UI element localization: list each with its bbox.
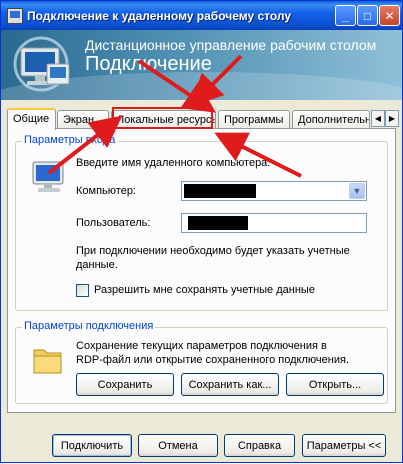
options-button[interactable]: Параметры <<	[302, 434, 386, 457]
computer-label: Компьютер:	[76, 185, 136, 197]
credentials-note-line2: данные.	[76, 259, 118, 271]
header-banner: Дистанционное управление рабочим столом …	[1, 30, 402, 100]
save-button[interactable]: Сохранить	[76, 373, 174, 396]
rdp-window: Подключение к удаленному рабочему столу …	[0, 0, 403, 463]
connect-button[interactable]: Подключить	[52, 434, 132, 457]
connection-settings-group: Параметры подключения Сохранение текущих…	[15, 320, 388, 404]
close-button[interactable]: ✕	[379, 5, 400, 26]
cancel-button[interactable]: Отмена	[138, 434, 218, 457]
redacted-user-name	[188, 216, 248, 230]
user-field[interactable]	[181, 213, 367, 233]
credentials-note-line1: При подключении необходимо будет указать…	[76, 245, 350, 257]
folder-icon	[33, 349, 62, 374]
logon-settings-legend: Параметры входа	[22, 134, 118, 146]
local-resources-highlight	[112, 107, 213, 129]
connection-desc-line1: Сохранение текущих параметров подключени…	[76, 340, 327, 352]
tab-display[interactable]: Экран	[57, 110, 109, 129]
instruction-text: Введите имя удаленного компьютера.	[76, 157, 271, 169]
connection-settings-legend: Параметры подключения	[22, 320, 156, 332]
title-bar[interactable]: Подключение к удаленному рабочему столу …	[1, 1, 402, 30]
window-title: Подключение к удаленному рабочему столу	[27, 8, 292, 23]
connection-desc-line2: RDP-файл или открытие сохраненного подкл…	[76, 354, 349, 366]
open-button[interactable]: Открыть...	[286, 373, 384, 396]
save-credentials-label[interactable]: Разрешить мне сохранять учетные данные	[94, 284, 315, 296]
tab-panel-general: Параметры входа Введите имя удаленного к…	[7, 128, 396, 413]
tab-scroll-left-button[interactable]: ◀	[371, 110, 385, 127]
monitor-logo-icon	[13, 36, 70, 92]
save-credentials-checkbox[interactable]	[76, 284, 89, 297]
tab-advanced[interactable]: Дополнительно	[292, 110, 370, 129]
banner-title: Подключение	[85, 53, 212, 75]
help-button[interactable]: Справка	[224, 434, 295, 457]
logon-settings-group: Параметры входа Введите имя удаленного к…	[15, 134, 388, 311]
tab-scroll-right-button[interactable]: ▶	[385, 110, 399, 127]
user-label: Пользователь:	[76, 217, 151, 229]
chevron-down-icon[interactable]: ▼	[349, 183, 365, 199]
minimize-button[interactable]: _	[335, 5, 356, 26]
computer-icon	[32, 161, 64, 192]
save-as-button[interactable]: Сохранить как...	[181, 373, 279, 396]
banner-subtitle: Дистанционное управление рабочим столом	[85, 37, 377, 53]
tab-general[interactable]: Общие	[7, 108, 56, 130]
tab-programs[interactable]: Программы	[218, 110, 290, 129]
remote-desktop-icon	[7, 7, 23, 24]
maximize-button[interactable]: □	[357, 5, 378, 26]
redacted-computer-name	[184, 184, 256, 198]
computer-dropdown[interactable]: ▼	[181, 181, 367, 201]
